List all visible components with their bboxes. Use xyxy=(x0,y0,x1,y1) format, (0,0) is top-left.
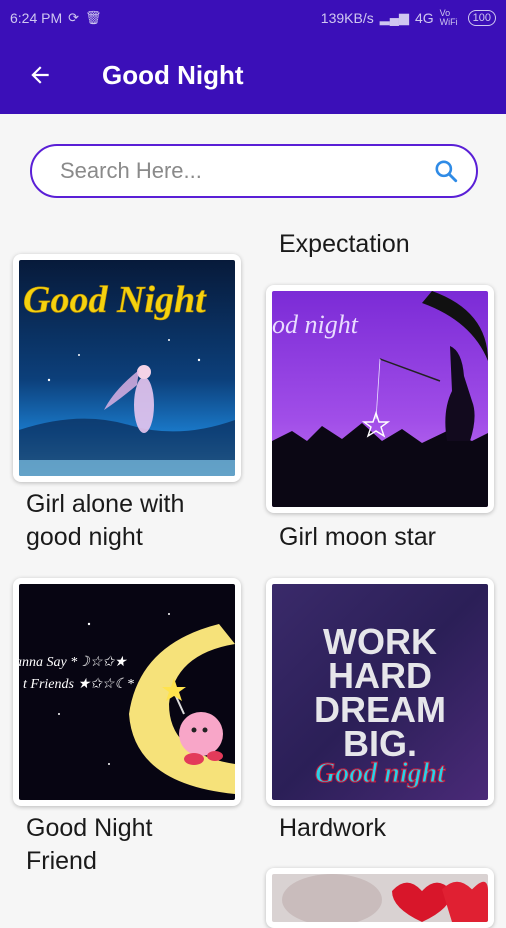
item-caption: Girl alone with good night xyxy=(26,488,184,554)
search-icon xyxy=(435,160,458,183)
wallpaper-thumbnail: od night xyxy=(272,291,488,507)
caption-line: Hardwork xyxy=(279,814,386,842)
trash-notification-icon: 🗑 xyxy=(85,10,102,25)
caption-line: Good Night xyxy=(26,814,153,842)
wallpaper-thumbnail: anna Say *☽☆✩★ t Friends ★✩☆☾* xyxy=(19,584,235,800)
thumbnail-overlay-text: Good Night xyxy=(23,279,207,321)
wallpaper-card[interactable]: anna Say *☽☆✩★ t Friends ★✩☆☾* xyxy=(13,578,241,806)
search-box xyxy=(30,144,478,198)
caption-line: Girl alone with xyxy=(26,490,185,518)
thumbnail-overlay-text: od night xyxy=(272,310,359,339)
wallpaper-card[interactable]: Good Night xyxy=(13,254,241,482)
page-title: Good Night xyxy=(102,59,244,90)
search-input[interactable] xyxy=(58,157,430,185)
search-button[interactable] xyxy=(430,155,462,187)
caption-line: good night xyxy=(26,523,143,551)
network-speed: 139KB/s xyxy=(320,10,374,26)
vowifi-label: Vo WiFi xyxy=(439,8,458,27)
app-bar: Good Night xyxy=(0,36,506,114)
caption-line: Girl moon star xyxy=(279,523,436,551)
arrow-left-icon xyxy=(31,66,49,84)
wallpaper-thumbnail: WORK HARD DREAM BIG. Good night xyxy=(272,584,488,800)
thumbnail-overlay-text: anna Say *☽☆✩★ xyxy=(19,655,128,670)
network-type: 4G xyxy=(414,10,434,26)
wallpaper-card[interactable]: od night xyxy=(266,285,494,513)
wallpaper-card[interactable] xyxy=(266,868,494,928)
wallpaper-card[interactable]: WORK HARD DREAM BIG. Good night xyxy=(266,578,494,806)
thumbnail-overlay-text: Good night xyxy=(315,758,446,789)
app-notification-icon: ⟳ xyxy=(68,10,80,25)
item-caption: Girl moon star xyxy=(279,521,436,554)
back-button[interactable] xyxy=(20,55,60,95)
thumbnail-overlay-text: t Friends ★✩☆☾* xyxy=(23,677,134,692)
wallpaper-thumbnail: Good Night xyxy=(19,260,235,476)
signal-icon: ▂▄▆ xyxy=(379,10,409,25)
caption-line: Friend xyxy=(26,847,97,875)
item-caption: Hardwork xyxy=(279,812,386,845)
item-caption: Good Night Friend xyxy=(26,812,152,878)
status-bar: 6:24 PM ⟳ 🗑 139KB/s ▂▄▆ 4G Vo WiFi 100 xyxy=(0,0,506,36)
battery-indicator: 100 xyxy=(467,10,496,26)
item-caption-expectation: Expectation xyxy=(279,230,410,258)
wallpaper-thumbnail xyxy=(272,874,488,922)
status-time: 6:24 PM xyxy=(10,10,63,26)
